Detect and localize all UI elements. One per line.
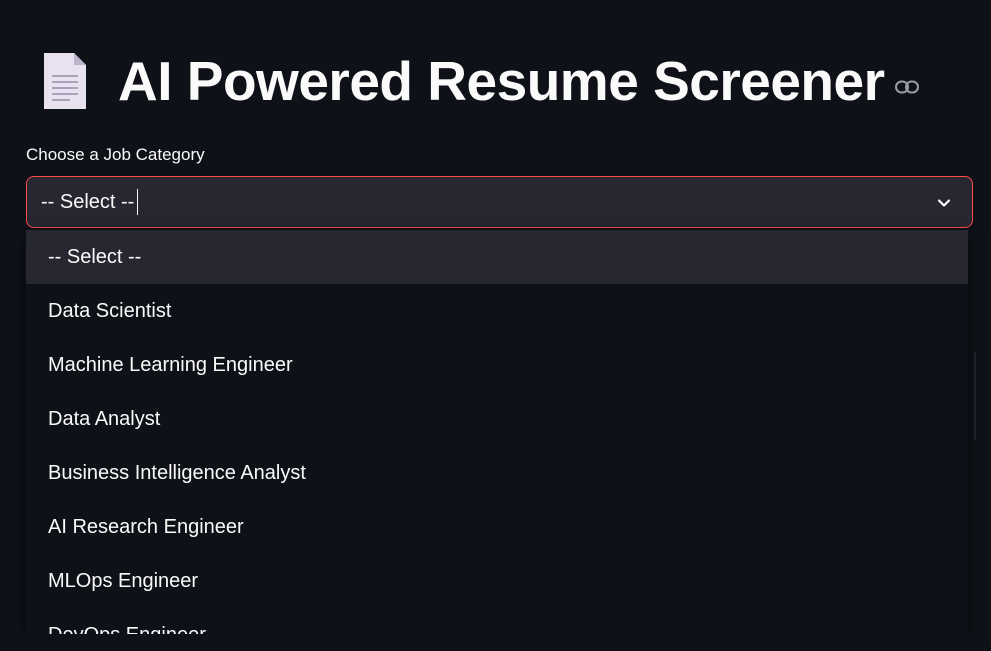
background-scrollbar[interactable] bbox=[974, 352, 976, 440]
select-value: -- Select -- bbox=[41, 190, 135, 213]
document-icon bbox=[40, 51, 90, 111]
job-category-dropdown[interactable]: -- Select -- Data Scientist Machine Lear… bbox=[26, 230, 968, 634]
dropdown-option[interactable]: Data Analyst bbox=[26, 392, 968, 446]
dropdown-option[interactable]: AI Research Engineer bbox=[26, 500, 968, 554]
dropdown-option[interactable]: Machine Learning Engineer bbox=[26, 338, 968, 392]
dropdown-option[interactable]: MLOps Engineer bbox=[26, 554, 968, 608]
bottom-edge bbox=[0, 634, 991, 651]
job-category-select[interactable]: -- Select -- bbox=[26, 176, 973, 228]
dropdown-option[interactable]: Data Scientist bbox=[26, 284, 968, 338]
job-category-label: Choose a Job Category bbox=[26, 145, 205, 164]
app-page: AI Powered Resume Screener Choose a Job … bbox=[0, 0, 991, 651]
page-title: AI Powered Resume Screener bbox=[118, 50, 885, 112]
link-icon[interactable] bbox=[894, 75, 919, 99]
text-cursor bbox=[137, 189, 139, 215]
title-row: AI Powered Resume Screener bbox=[40, 48, 919, 114]
dropdown-option[interactable]: Business Intelligence Analyst bbox=[26, 446, 968, 500]
dropdown-option[interactable]: -- Select -- bbox=[26, 230, 968, 284]
chevron-down-icon[interactable] bbox=[934, 193, 954, 213]
dropdown-option[interactable]: DevOps Engineer bbox=[26, 608, 968, 635]
